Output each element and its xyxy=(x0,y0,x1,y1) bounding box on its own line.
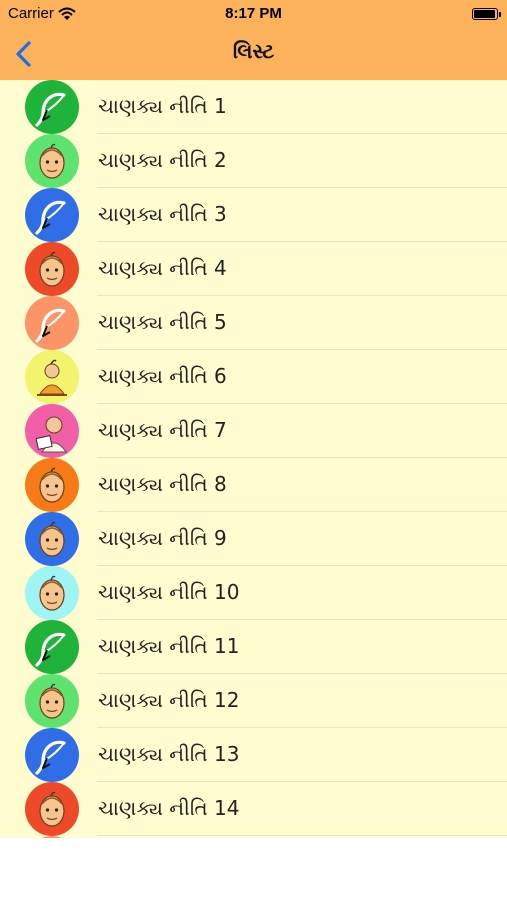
list-item[interactable]: ચાણક્ય નીતિ 4 xyxy=(0,242,507,296)
list-item-label: ચાણક્ય નીતિ 9 xyxy=(98,526,227,550)
avatar xyxy=(25,836,79,838)
list-item-label: ચાણક્ય નીતિ 1 xyxy=(98,94,227,118)
list-item-label: ચાણક્ય નીતિ 10 xyxy=(98,580,240,604)
list-item[interactable]: ચાણક્ય નીતિ 14 xyxy=(0,782,507,836)
feather-icon xyxy=(35,740,66,775)
avatar xyxy=(25,728,79,782)
list-item-label: ચાણક્ય નીતિ 4 xyxy=(98,256,227,280)
list-item[interactable]: ચાણક્ય નીતિ 1 xyxy=(0,80,507,134)
list-item-label: ચાણક્ય નીતિ 8 xyxy=(98,472,227,496)
chanakya-face-icon xyxy=(39,575,65,611)
feather-icon xyxy=(35,632,66,667)
list-item[interactable]: ચાણક્ય નીતિ 6 xyxy=(0,350,507,404)
list-item-label: ચાણક્ય નીતિ 12 xyxy=(98,688,240,712)
list-item[interactable]: ચાણક્ય નીતિ 9 xyxy=(0,512,507,566)
list-item-label: ચાણક્ય નીતિ 14 xyxy=(98,796,240,820)
list-item[interactable]: ચાણક્ય નીતિ 5 xyxy=(0,296,507,350)
avatar xyxy=(25,350,79,404)
page-title: લિસ્ટ xyxy=(232,39,275,63)
list-item[interactable]: ચાણક્ય નીતિ 11 xyxy=(0,620,507,674)
avatar xyxy=(25,782,79,836)
list-item-label: ચાણક્ય નીતિ 6 xyxy=(98,364,227,388)
avatar xyxy=(25,134,79,188)
list-item[interactable]: ચાણક્ય નીતિ 12 xyxy=(0,674,507,728)
chanakya-face-icon xyxy=(39,791,65,827)
status-bar: Carrier 8:17 PM xyxy=(0,0,507,28)
list-item-label: ચાણક્ય નીતિ 13 xyxy=(98,742,240,766)
avatar xyxy=(25,458,79,512)
list-item[interactable]: ચાણક્ય નીતિ 2 xyxy=(0,134,507,188)
list-item[interactable] xyxy=(0,836,507,838)
list-item[interactable]: ચાણક્ય નીતિ 13 xyxy=(0,728,507,782)
list-item-label: ચાણક્ય નીતિ 5 xyxy=(98,310,227,334)
feather-icon xyxy=(35,308,66,343)
chanakya-face-icon xyxy=(39,467,65,503)
list-item[interactable]: ચાણક્ય નીતિ 7 xyxy=(0,404,507,458)
avatar xyxy=(25,188,79,242)
avatar xyxy=(25,620,79,674)
avatar xyxy=(25,566,79,620)
battery-level xyxy=(474,10,495,18)
list-item[interactable]: ચાણક્ય નીતિ 10 xyxy=(0,566,507,620)
avatar xyxy=(25,296,79,350)
chanakya-writing-icon xyxy=(35,416,67,453)
list-item-label: ચાણક્ય નીતિ 3 xyxy=(98,202,227,226)
chanakya-face-icon xyxy=(39,683,65,719)
chanakya-face-icon xyxy=(39,521,65,557)
feather-icon xyxy=(35,92,66,127)
list-item[interactable]: ચાણક્ય નીતિ 8 xyxy=(0,458,507,512)
avatar xyxy=(25,404,79,458)
list-item[interactable]: ચાણક્ય નીતિ 3 xyxy=(0,188,507,242)
avatar xyxy=(25,80,79,134)
avatar xyxy=(25,512,79,566)
list-item-label: ચાણક્ય નીતિ 11 xyxy=(98,634,240,658)
avatar xyxy=(25,674,79,728)
nav-bar: લિસ્ટ xyxy=(0,28,507,80)
status-time: 8:17 PM xyxy=(225,5,282,22)
chanakya-niti-list: ચાણક્ય નીતિ 1 ચાણક્ય નીતિ 2 ચાણક્ય નીતિ 3 ચ… xyxy=(0,80,507,838)
feather-icon xyxy=(35,200,66,235)
list-item-label: ચાણક્ય નીતિ 2 xyxy=(98,148,227,172)
list-item-label: ચાણક્ય નીતિ 7 xyxy=(98,418,227,442)
feather-icon xyxy=(25,836,79,838)
avatar xyxy=(25,242,79,296)
chanakya-face-icon xyxy=(39,251,65,287)
chanakya-sitting-icon xyxy=(37,359,67,396)
chanakya-face-icon xyxy=(39,143,65,179)
battery-icon xyxy=(472,8,501,20)
